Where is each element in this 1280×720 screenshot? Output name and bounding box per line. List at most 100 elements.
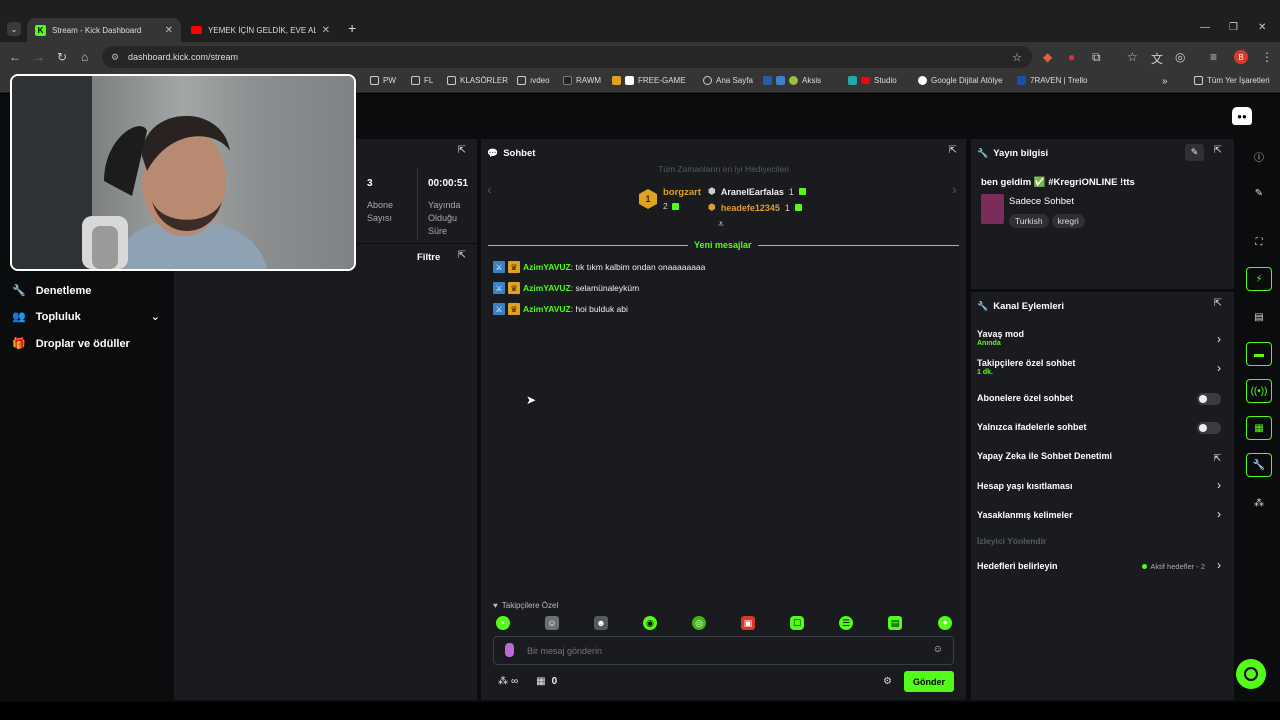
chat-username[interactable]: AzimYAVUZ [523,283,571,293]
bookmark-ivdeo[interactable]: ıvdeo [517,76,550,85]
support-chat-button[interactable] [1236,659,1266,689]
address-bar[interactable]: ⚙ dashboard.kick.com/stream ☆ [102,46,1032,68]
bookmark-trello[interactable]: 7RAVEN | Trello [1017,76,1088,85]
bookmark-pw[interactable]: PW [370,76,396,85]
chevron-right-icon[interactable]: › [1217,361,1221,375]
chat-input-box[interactable]: ☺ [493,636,954,665]
extension-icon[interactable]: ◎ [1175,50,1185,64]
clipboard-icon[interactable]: ▤ [1246,305,1272,329]
tag-chip[interactable]: Turkish [1009,214,1049,228]
close-tab-icon[interactable]: ✕ [322,25,330,36]
bookmark-aksis[interactable]: Aksis [763,76,821,85]
followers-chat-row[interactable]: Takipçilere özel sohbet 1 dk. › [977,358,1227,376]
tab-search-icon[interactable]: ⌄ [7,22,21,36]
close-tab-icon[interactable]: ✕ [165,25,173,36]
emote-icon[interactable]: • [496,616,510,630]
chevron-right-icon[interactable]: › [1217,332,1221,346]
emote-icon[interactable]: ✦ [938,616,952,630]
site-info-icon[interactable]: ⚙ [111,52,119,63]
age-restriction-row[interactable]: Hesap yaşı kısıtlaması › [977,478,1227,492]
kick-mascot-icon[interactable]: ●● [1232,107,1252,125]
wrench-icon[interactable]: 🔧 [1246,453,1272,477]
sidebar-item-topluluk[interactable]: 👥 Topluluk ⌄ [12,310,160,324]
tab-kick-dashboard[interactable]: K Stream - Kick Dashboard ✕ [27,18,181,42]
external-link-icon[interactable]: ⇱ [1213,453,1221,464]
all-bookmarks[interactable]: Tüm Yer İşaretleri [1194,76,1270,85]
popout-icon[interactable]: ⇱ [458,250,466,261]
store-icon[interactable]: ▦ [1246,416,1272,440]
tab-youtube[interactable]: YEMEK İÇİN GELDİK, EVE ALMA ✕ [183,18,338,42]
goals-row[interactable]: Hedefleri belirleyin Aktif hedefler - 2 … [977,558,1227,572]
extensions-puzzle-icon[interactable]: ⧉ [1092,50,1101,65]
chat-username[interactable]: AzimYAVUZ [523,304,571,314]
ai-moderation-row[interactable]: Yapay Zeka ile Sohbet Denetimi ⇱ [977,451,1227,464]
home-icon[interactable]: ⌂ [81,50,88,64]
minimize-icon[interactable]: — [1200,22,1210,33]
fullscreen-icon[interactable]: ⛶ [1246,230,1272,254]
bookmarks-icon[interactable]: ☆ [1127,50,1138,64]
emote-icon[interactable]: ☰ [839,616,853,630]
media-icon[interactable]: ≡ [1210,50,1217,64]
emote-icon[interactable]: ▣ [741,616,755,630]
chevron-left-icon[interactable]: ‹ [487,181,492,197]
menu-kebab-icon[interactable]: ⋮ [1261,50,1273,64]
category-thumbnail[interactable] [981,194,1004,224]
chevron-right-icon[interactable]: › [1217,507,1221,521]
nodes-icon[interactable]: ⁂ [1246,491,1272,515]
gifter-name[interactable]: headefe12345 [721,203,780,213]
filter-button[interactable]: Filtre [417,252,440,263]
bookmark-google-dijital[interactable]: Google Dijital Atölye [918,76,1003,85]
restore-icon[interactable]: ❐ [1229,22,1238,33]
bookmark-fl[interactable]: FL [411,76,433,85]
chat-message-input[interactable] [527,643,907,659]
send-button[interactable]: Gönder [904,671,954,692]
popout-icon[interactable]: ⇱ [949,145,957,156]
bookmarks-overflow-icon[interactable]: » [1162,76,1168,87]
forward-icon[interactable]: → [33,50,45,64]
popout-icon[interactable]: ⇱ [1214,145,1222,156]
bolt-icon[interactable]: ⚡ [1246,267,1272,291]
microphone-icon[interactable] [505,643,514,657]
extension-icon[interactable]: ◆ [1043,50,1052,64]
sidebar-item-droplar[interactable]: 🎁 Droplar ve ödüller [12,337,130,351]
close-window-icon[interactable]: ✕ [1258,22,1266,33]
tag-chip[interactable]: kregri [1051,214,1085,228]
emoji-picker-icon[interactable]: ☺ [933,644,943,655]
chevron-right-icon[interactable]: › [1217,558,1221,572]
reload-icon[interactable]: ↻ [57,50,67,64]
points-infinity[interactable]: ⁂ ∞ [498,676,518,687]
popout-icon[interactable]: ⇱ [458,145,466,156]
top-gifter-name[interactable]: borgzart [663,187,701,198]
emote-icon[interactable]: ▤ [888,616,902,630]
profile-avatar[interactable]: B [1234,50,1248,64]
emote-icon[interactable]: ☐ [790,616,804,630]
emote-icon[interactable]: ☻ [594,616,608,630]
category-name[interactable]: Sadece Sohbet [1009,196,1074,207]
chat-bubble-icon[interactable]: ▬ [1246,342,1272,366]
emote-icon[interactable]: ☺ [545,616,559,630]
emote-icon[interactable]: ◉ [643,616,657,630]
broadcast-icon[interactable]: ((•)) [1246,379,1272,403]
sidebar-item-denetleme[interactable]: 🔧 Denetleme [12,284,91,298]
info-icon[interactable]: ⓘ [1246,144,1272,168]
chevron-right-icon[interactable]: › [1217,478,1221,492]
bookmark-ana-sayfa[interactable]: Ana Sayfa [703,76,753,85]
edit-icon[interactable]: ✎ [1246,181,1272,205]
banned-words-row[interactable]: Yasaklanmış kelimeler › [977,507,1227,521]
store-points[interactable]: ▦ 0 [536,676,557,687]
new-tab-button[interactable]: + [348,20,356,36]
edit-pencil-icon[interactable]: ✎ [1185,144,1204,161]
extension-icon[interactable]: ● [1068,50,1075,64]
collapse-gifters-icon[interactable]: ⩡ [718,219,724,230]
emote-icon[interactable]: ◎ [692,616,706,630]
chat-username[interactable]: AzimYAVUZ [523,262,571,272]
slow-mode-row[interactable]: Yavaş mod Anında › [977,329,1227,347]
emote-chat-toggle[interactable] [1197,422,1221,434]
chat-settings-icon[interactable]: ⚙ [883,676,892,687]
chevron-down-icon[interactable]: ⌄ [151,310,160,323]
bookmark-rawm[interactable]: RAWM [563,76,601,85]
bookmark-star-icon[interactable]: ☆ [1012,51,1022,64]
back-icon[interactable]: ← [9,50,21,64]
bookmark-free-game[interactable]: FREE-GAME [612,76,686,85]
popout-icon[interactable]: ⇱ [1214,298,1222,309]
